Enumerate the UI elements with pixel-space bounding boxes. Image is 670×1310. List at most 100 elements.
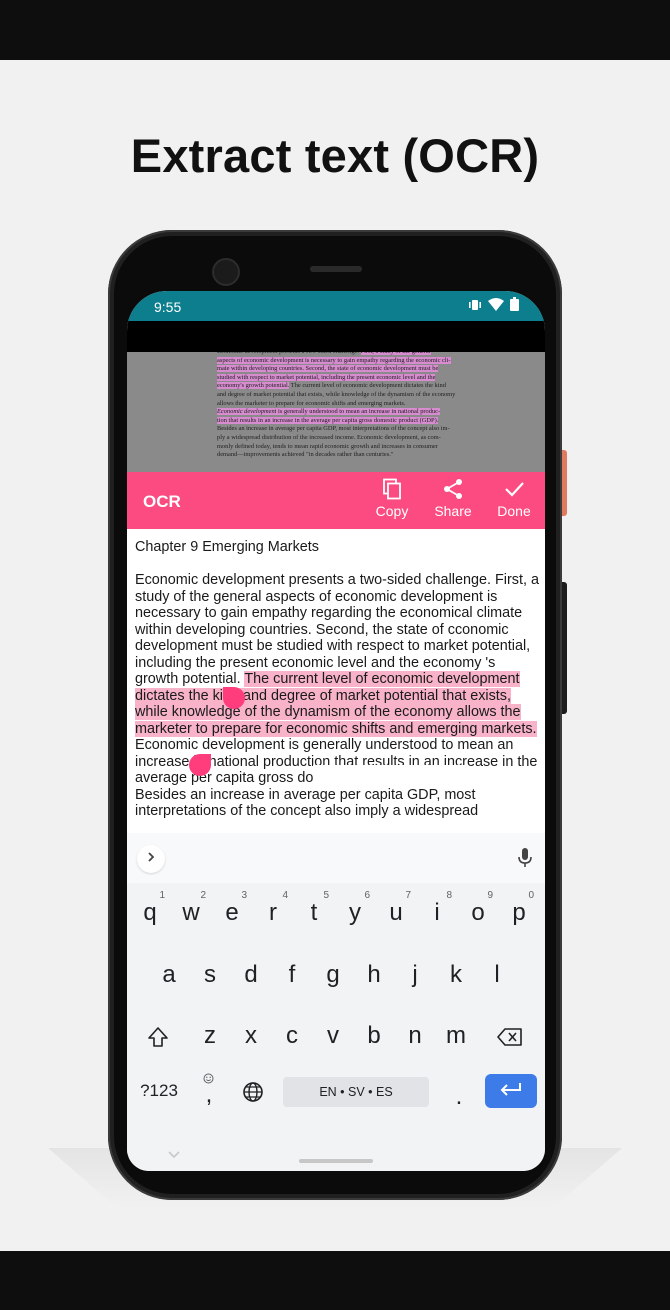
key-m[interactable]: m <box>437 1008 475 1064</box>
top-black-bar <box>0 0 670 60</box>
home-gesture-pill[interactable] <box>299 1159 373 1163</box>
scanned-text: Economic development presents a two-side… <box>217 352 517 460</box>
key-hint: 9 <box>487 890 493 901</box>
scanned-line: tion that results in an increase in the … <box>217 416 517 426</box>
selection-toolbar-popup <box>313 765 465 785</box>
done-button[interactable]: Done <box>486 477 542 519</box>
key-o[interactable]: 9o <box>459 885 497 941</box>
scanned-segment: Economic development <box>217 408 277 416</box>
keyboard-row-2: asdfghjkl <box>127 947 545 1003</box>
key-label: r <box>269 899 277 926</box>
paragraph-1-text: Economic development presents a two-side… <box>135 572 539 687</box>
copy-label: Copy <box>375 503 409 519</box>
selection-end-handle[interactable] <box>189 754 211 776</box>
key-t[interactable]: 5t <box>295 885 333 941</box>
mic-icon <box>517 848 533 873</box>
voice-input-button[interactable] <box>517 847 533 874</box>
phone-screen: 9:55 Economic development presents a two… <box>127 291 545 1171</box>
share-button[interactable]: Share <box>425 477 481 519</box>
expand-toolbar-button[interactable] <box>137 845 165 873</box>
key-label: o <box>471 899 485 926</box>
key-u[interactable]: 7u <box>377 885 415 941</box>
scanned-segment: Economic development presents a two-side… <box>217 352 361 355</box>
backspace-key[interactable] <box>491 1008 529 1064</box>
key-j[interactable]: j <box>396 947 434 1003</box>
shift-key[interactable] <box>139 1008 177 1064</box>
shift-icon <box>147 1022 169 1049</box>
key-h[interactable]: h <box>355 947 393 1003</box>
bottom-black-bar <box>0 1251 670 1310</box>
key-label: u <box>389 899 403 926</box>
key-hint: 8 <box>446 890 452 901</box>
key-l[interactable]: l <box>478 947 516 1003</box>
key-label: t <box>310 899 318 926</box>
vibrate-icon <box>468 298 482 316</box>
copy-icon <box>381 478 403 503</box>
enter-icon <box>500 1082 522 1101</box>
period-key[interactable]: . <box>441 1069 477 1125</box>
result-paragraph-1: Economic development presents a two-side… <box>135 572 539 737</box>
key-e[interactable]: 3e <box>213 885 251 941</box>
backspace-icon <box>497 1022 523 1049</box>
key-p[interactable]: 0p <box>500 885 538 941</box>
check-icon <box>503 478 525 503</box>
result-paragraph-3: Besides an increase in average per capit… <box>135 786 479 820</box>
space-bar[interactable]: EN • SV • ES <box>283 1077 429 1107</box>
key-hint: 3 <box>241 890 247 901</box>
hide-keyboard-button[interactable] <box>167 1147 181 1165</box>
scanned-segment: demand—improvements achieved "in decades… <box>217 451 394 459</box>
key-g[interactable]: g <box>314 947 352 1003</box>
keyboard-row-4: ?123 , EN • SV • ES . <box>127 1069 545 1125</box>
done-label: Done <box>497 503 531 519</box>
key-q[interactable]: 1q <box>131 885 169 941</box>
scanned-segment: monly defined today, tends to mean rapid… <box>217 442 438 450</box>
key-f[interactable]: f <box>273 947 311 1003</box>
scanned-line: studied with respect to market potential… <box>217 373 517 383</box>
suggestion-strip <box>127 833 545 883</box>
key-hint: 0 <box>528 890 534 901</box>
emoji-comma-key[interactable]: , <box>191 1069 227 1125</box>
key-d[interactable]: d <box>232 947 270 1003</box>
key-s[interactable]: s <box>191 947 229 1003</box>
key-b[interactable]: b <box>355 1008 393 1064</box>
scanned-line: aspects of economic development is neces… <box>217 356 517 366</box>
language-key[interactable] <box>233 1069 273 1125</box>
scanned-segment: The current level of economic developmen… <box>289 382 446 390</box>
scanned-segment: tion that results in an increase in the … <box>217 416 439 424</box>
scanned-page-image: Economic development presents a two-side… <box>127 352 545 472</box>
scanned-line: Besides an increase in average per capit… <box>217 425 517 434</box>
scanned-segment: Besides an increase in average per capit… <box>217 425 450 433</box>
key-a[interactable]: a <box>150 947 188 1003</box>
key-label: w <box>182 899 200 926</box>
copy-button[interactable]: Copy <box>364 477 420 519</box>
result-heading: Chapter 9 Emerging Markets <box>135 539 319 555</box>
selection-start-handle[interactable] <box>223 687 245 709</box>
key-c[interactable]: c <box>273 1008 311 1064</box>
key-y[interactable]: 6y <box>336 885 374 941</box>
key-w[interactable]: 2w <box>172 885 210 941</box>
scanned-line: economy's growth potential. The current … <box>217 382 517 391</box>
scanned-segment: ply a widespread distribution of the inc… <box>217 433 441 441</box>
scanned-line: mate within developing countries. Second… <box>217 365 517 374</box>
key-v[interactable]: v <box>314 1008 352 1064</box>
soft-keyboard: 1q2w3e4r5t6y7u8i9o0p asdfghjkl zxcvbnm ?… <box>127 833 545 1171</box>
symbols-key[interactable]: ?123 <box>135 1069 183 1125</box>
scanned-segment: allows the marketer to prepare for econo… <box>217 399 406 407</box>
keyboard-row-3: zxcvbnm <box>127 1008 545 1064</box>
key-n[interactable]: n <box>396 1008 434 1064</box>
scanned-line: allows the marketer to prepare for econo… <box>217 400 517 409</box>
key-i[interactable]: 8i <box>418 885 456 941</box>
scanned-segment: aspects of economic development is neces… <box>217 356 451 364</box>
key-hint: 5 <box>323 890 329 901</box>
key-hint: 2 <box>200 890 206 901</box>
camera-preview-border <box>127 321 545 352</box>
key-r[interactable]: 4r <box>254 885 292 941</box>
key-k[interactable]: k <box>437 947 475 1003</box>
share-label: Share <box>434 503 472 519</box>
key-z[interactable]: z <box>191 1008 229 1064</box>
enter-key[interactable] <box>485 1074 537 1108</box>
key-x[interactable]: x <box>232 1008 270 1064</box>
chevron-down-icon <box>167 1147 181 1164</box>
ocr-result-textarea[interactable]: Chapter 9 Emerging Markets Economic deve… <box>127 529 545 833</box>
key-label: q <box>143 899 157 926</box>
